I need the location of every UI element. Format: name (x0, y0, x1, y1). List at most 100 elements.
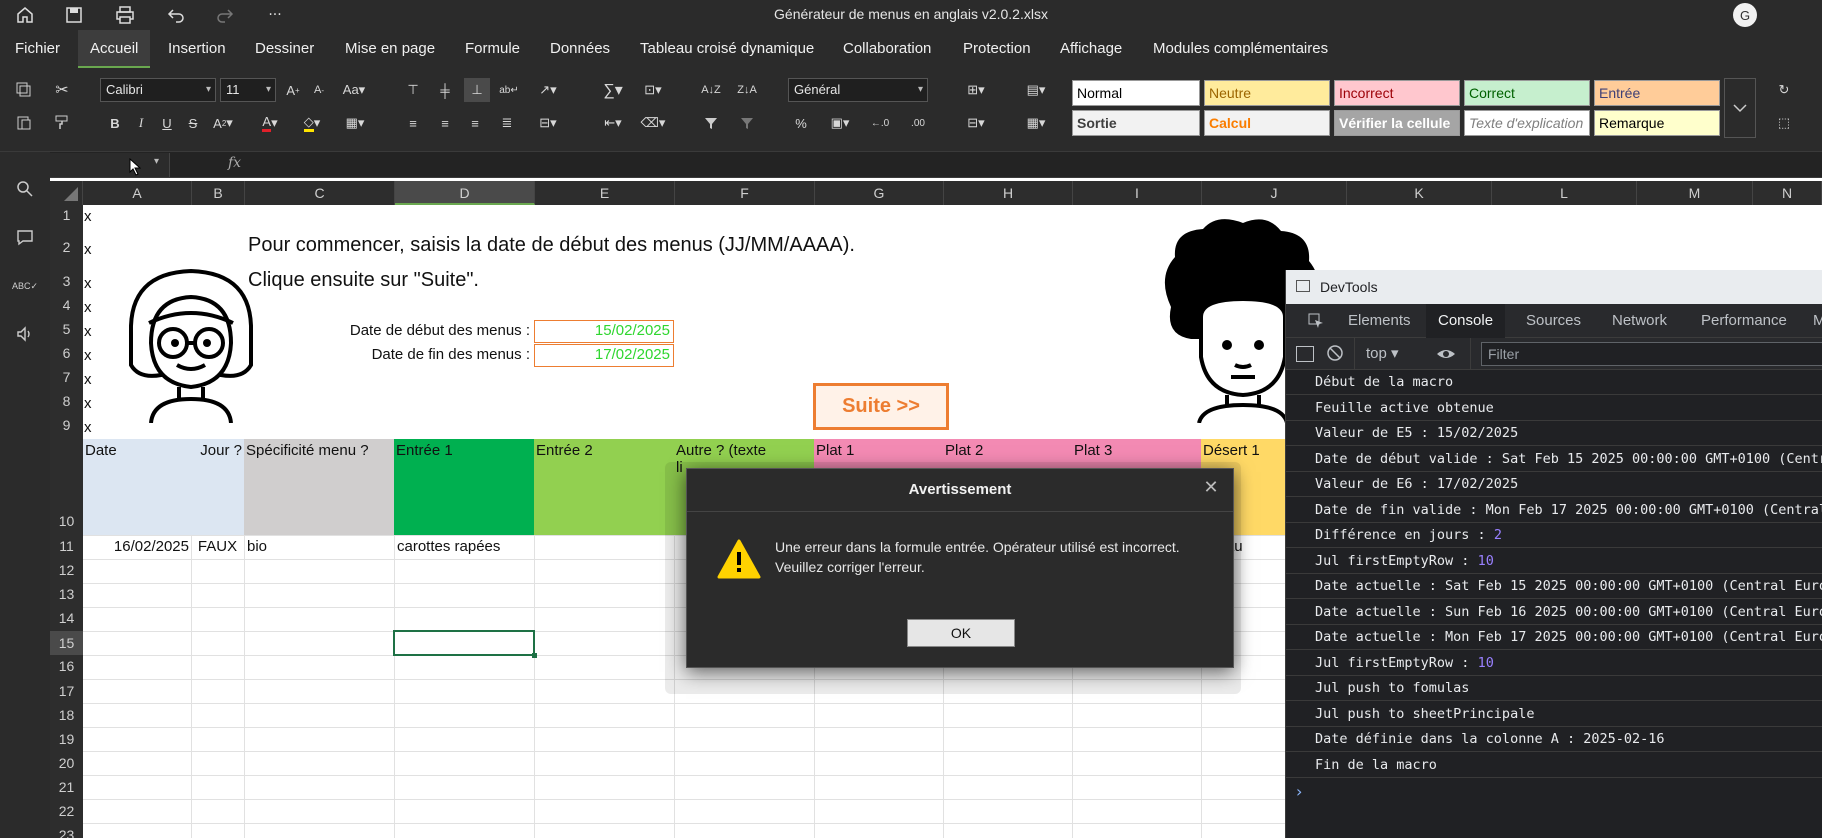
fill-handle[interactable] (532, 653, 537, 658)
row-header[interactable]: 20 (50, 755, 83, 771)
cell-style-explication[interactable]: Texte d'explication (1464, 110, 1590, 136)
avatar[interactable]: G (1733, 3, 1757, 27)
tab-network[interactable]: Network (1600, 304, 1679, 338)
search-icon[interactable] (12, 176, 38, 202)
insert-cells-icon[interactable]: ⊞▾ (958, 78, 994, 102)
row-header[interactable]: 13 (50, 586, 83, 602)
row-header[interactable]: 18 (50, 707, 83, 723)
align-center-icon[interactable]: ≡ (434, 112, 456, 134)
cell-a5[interactable]: x (84, 323, 92, 340)
chevron-down-icon[interactable]: ▾ (154, 156, 159, 167)
clear-console-icon[interactable] (1326, 344, 1344, 362)
row-header[interactable]: 7 (50, 369, 83, 385)
cell-d11[interactable]: carottes rapées (397, 538, 500, 555)
inspect-icon[interactable] (1296, 304, 1336, 338)
select-all-corner[interactable] (50, 181, 83, 205)
paste-icon[interactable] (12, 110, 36, 134)
header-specificite[interactable]: Spécificité menu ? (244, 439, 394, 535)
cell-a7[interactable]: x (84, 371, 92, 388)
font-color-icon[interactable]: A ▾ (254, 112, 286, 134)
currency-icon[interactable]: ▣▾ (822, 112, 858, 134)
format-as-table-icon[interactable]: ▦▾ (1018, 112, 1054, 134)
align-top-icon[interactable]: ⊤ (402, 78, 424, 102)
select-icon[interactable]: ⬚ (1772, 112, 1796, 134)
row-header[interactable]: 2 (50, 239, 83, 255)
suite-button[interactable]: Suite >> (813, 383, 949, 430)
tab-sources[interactable]: Sources (1514, 304, 1593, 338)
ok-button[interactable]: OK (907, 619, 1015, 647)
row-header[interactable]: 8 (50, 393, 83, 409)
cell-style-calcul[interactable]: Calcul (1204, 110, 1330, 136)
tab-performance[interactable]: Performance (1689, 304, 1799, 338)
tab-console[interactable]: Console (1426, 304, 1506, 338)
menu-mise-en-page[interactable]: Mise en page (333, 30, 447, 68)
row-header[interactable]: 11 (50, 538, 83, 554)
column-header-k[interactable]: K (1347, 181, 1492, 205)
delete-cells-icon[interactable]: ⊟▾ (958, 112, 994, 134)
font-name-select[interactable]: Calibri ▾ (100, 78, 216, 102)
start-date-input[interactable]: 15/02/2025 (534, 320, 674, 343)
increase-font-icon[interactable]: A + (282, 78, 304, 102)
row-header[interactable]: 22 (50, 803, 83, 819)
number-format-select[interactable]: Général ▾ (788, 78, 928, 102)
increase-decimal-icon[interactable]: .00 (904, 112, 932, 134)
filter-input[interactable]: Filter (1481, 342, 1822, 366)
column-header-l[interactable]: L (1492, 181, 1637, 205)
name-box[interactable] (50, 153, 170, 177)
header-entree1[interactable]: Entrée 1 (394, 439, 534, 535)
clear-filter-icon[interactable] (736, 112, 758, 134)
speaker-icon[interactable] (12, 321, 38, 347)
row-header[interactable]: 1 (50, 207, 83, 223)
column-header-i[interactable]: I (1073, 181, 1202, 205)
header-entree2[interactable]: Entrée 2 (534, 439, 674, 535)
align-right-icon[interactable]: ≡ (464, 112, 486, 134)
cell-a1[interactable]: x (84, 208, 92, 225)
close-icon[interactable]: ✕ (1201, 479, 1221, 499)
italic-icon[interactable]: I (130, 112, 152, 134)
percent-icon[interactable]: % (790, 112, 812, 134)
sort-ascending-icon[interactable]: A↓Z (700, 78, 722, 102)
menu-donnees[interactable]: Données (538, 30, 622, 68)
strikethrough-icon[interactable]: S (182, 112, 204, 134)
menu-collaboration[interactable]: Collaboration (831, 30, 943, 68)
row-header[interactable]: 12 (50, 562, 83, 578)
cell-a3[interactable]: x (84, 275, 92, 292)
cell-style-entree[interactable]: Entrée (1594, 80, 1720, 106)
decrease-font-icon[interactable]: A- (308, 78, 330, 102)
row-header[interactable]: 5 (50, 321, 83, 337)
format-painter-icon[interactable] (50, 110, 74, 134)
console-prompt-icon[interactable]: › (1296, 782, 1302, 801)
clear-icon[interactable]: ⌫▾ (636, 112, 670, 134)
cell-style-verifier[interactable]: Vérifier la cellule (1334, 110, 1460, 136)
row-header[interactable]: 21 (50, 779, 83, 795)
comment-icon[interactable] (12, 224, 38, 250)
column-header-a[interactable]: A (83, 181, 192, 205)
underline-icon[interactable]: U (156, 112, 178, 134)
fill-color-icon[interactable]: ◇ ▾ (294, 112, 330, 134)
cell-style-sortie[interactable]: Sortie (1072, 110, 1200, 136)
align-bottom-icon[interactable]: ⊥ (464, 78, 490, 102)
row-header[interactable]: 10 (50, 513, 83, 529)
menu-tableau-croise[interactable]: Tableau croisé dynamique (628, 30, 826, 68)
context-select[interactable]: top ▾ (1366, 344, 1399, 362)
decrease-decimal-icon[interactable]: ←.0 (866, 112, 894, 134)
function-icon[interactable]: fx (228, 155, 241, 171)
copy-icon[interactable] (12, 78, 36, 102)
align-middle-icon[interactable]: ╪ (434, 78, 456, 102)
formula-input[interactable] (250, 153, 1822, 177)
cut-icon[interactable]: ✂ (50, 78, 74, 102)
autosum-icon[interactable]: ∑▾ (596, 78, 630, 102)
sort-descending-icon[interactable]: Z↓A (736, 78, 758, 102)
find-replace-icon[interactable]: ↻ (1772, 78, 1796, 102)
menu-accueil[interactable]: Accueil (78, 30, 151, 68)
header-jour[interactable]: Jour ? (191, 439, 244, 535)
spellcheck-icon[interactable]: ABC✓ (12, 273, 38, 299)
menu-protection[interactable]: Protection (951, 30, 1043, 68)
merge-cells-icon[interactable]: ⊟▾ (530, 112, 566, 134)
bold-icon[interactable]: B (104, 112, 126, 134)
menu-formule[interactable]: Formule (453, 30, 532, 68)
menu-insertion[interactable]: Insertion (156, 30, 238, 68)
column-header-n[interactable]: N (1753, 181, 1822, 205)
column-header-h[interactable]: H (944, 181, 1073, 205)
sidebar-toggle-icon[interactable] (1296, 346, 1314, 362)
